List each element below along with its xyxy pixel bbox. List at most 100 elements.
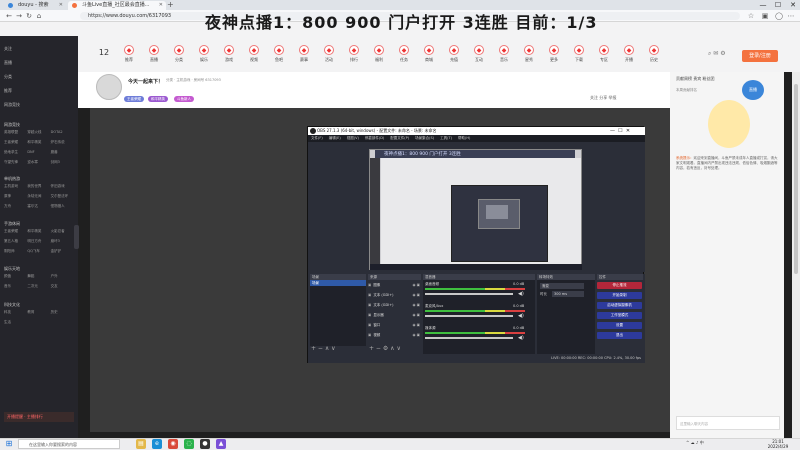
obs-menu-item[interactable]: 配置文件(P) xyxy=(390,136,409,140)
avatar[interactable] xyxy=(96,74,122,100)
sidebar-category-link[interactable]: 颜值 xyxy=(4,274,27,279)
nav-item[interactable]: ◆ 游戏 xyxy=(218,45,240,63)
back-icon[interactable]: ← xyxy=(4,10,14,22)
scene-item[interactable]: 场景 xyxy=(310,280,366,286)
sidebar-category-link[interactable]: 炉石传说 xyxy=(51,140,74,145)
edge-icon[interactable]: e xyxy=(152,439,162,449)
transition-select[interactable]: 渐变 xyxy=(540,283,584,289)
obs-control-button[interactable]: 退出 xyxy=(597,332,642,339)
nav-item[interactable]: ◆ 充值 xyxy=(443,45,465,63)
mixer-volume-slider[interactable] xyxy=(425,337,513,339)
sidebar-category-link[interactable]: 魔兽 xyxy=(51,150,74,155)
browser-tab-active[interactable]: 斗鱼Live直播_社区最会直播... ✕ xyxy=(68,1,166,10)
sidebar-item[interactable]: 推荐 xyxy=(4,88,12,94)
collections-icon[interactable]: ▣ xyxy=(760,10,770,22)
mixer-speaker-icon[interactable]: ◀) xyxy=(518,291,524,297)
obs-menu-item[interactable]: 编辑(E) xyxy=(329,136,341,140)
sidebar-category-link[interactable]: 崩坏3 xyxy=(51,239,74,244)
mixer-speaker-icon[interactable]: ◀) xyxy=(518,313,524,319)
sidebar-category-link[interactable]: 艾尔登法环 xyxy=(51,194,74,199)
sidebar-category-link[interactable]: 和平精英 xyxy=(27,229,50,234)
obs-control-button[interactable]: 设置 xyxy=(597,322,642,329)
nav-item[interactable]: ◆ 更多 xyxy=(543,45,565,63)
sidebar-category-link[interactable]: 火影忍者 xyxy=(51,229,74,234)
sidebar-category-link[interactable]: 明日方舟 xyxy=(27,239,50,244)
visibility-eye-icon[interactable]: ◉ ▣ xyxy=(413,332,420,339)
obs-menu-item[interactable]: 帮助(H) xyxy=(458,136,470,140)
chat-input[interactable]: 这里输入聊天内容 xyxy=(676,416,780,430)
sidebar-collapse-handle[interactable] xyxy=(74,225,79,249)
sidebar-category-link[interactable]: 音乐 xyxy=(4,284,27,289)
nav-item[interactable]: ◆ 专区 xyxy=(593,45,615,63)
file-explorer-icon[interactable]: ▤ xyxy=(136,439,146,449)
sidebar-category-link[interactable]: 阴阳师 xyxy=(4,249,27,254)
obs-menu-item[interactable]: 停靠部件(D) xyxy=(365,136,384,140)
sidebar-category-link[interactable]: 第五人格 xyxy=(4,239,27,244)
sidebar-category-link[interactable]: 生活 xyxy=(4,320,27,325)
streamer-actions[interactable]: 关注 分享 举报 xyxy=(590,95,617,101)
sidebar-category-link[interactable]: 我的世界 xyxy=(27,184,50,189)
sidebar-category-link[interactable]: 英雄联盟 xyxy=(4,130,27,135)
sidebar-live-bar[interactable]: 开播提醒 · 主播排行 xyxy=(4,412,74,422)
maximize-button[interactable]: ☐ xyxy=(771,0,785,10)
sidebar-item[interactable]: 直播 xyxy=(4,60,12,66)
sidebar-category-link[interactable]: 守望先锋 xyxy=(4,160,27,165)
sidebar-category-link[interactable]: 穿越火线 xyxy=(27,130,50,135)
sidebar-item[interactable]: 关注 xyxy=(4,46,12,52)
nav-item[interactable]: ◆ 音乐 xyxy=(493,45,515,63)
sidebar-item[interactable]: 网游竞技 xyxy=(4,102,20,108)
mixer-speaker-icon[interactable]: ◀) xyxy=(518,335,524,341)
chrome-icon[interactable]: ◉ xyxy=(168,439,178,449)
nav-item[interactable]: ◆ 娱乐 xyxy=(193,45,215,63)
clock[interactable]: 21:01 2022/4/29 xyxy=(760,439,796,449)
header-icons[interactable]: ⌕ ✉ ⚙ xyxy=(708,50,726,58)
sidebar-category-link[interactable]: 和平精英 xyxy=(27,140,50,145)
sidebar-category-link[interactable]: 科技 xyxy=(4,310,27,315)
sidebar-category-link[interactable]: 塞尔达 xyxy=(27,204,50,209)
duration-input[interactable]: 300 ms xyxy=(552,291,584,297)
sidebar-category-link[interactable]: 交友 xyxy=(51,284,74,289)
nav-item[interactable]: ◆ 排行 xyxy=(343,45,365,63)
obs-control-button[interactable]: 停止推流 xyxy=(597,282,642,289)
sidebar-category-link[interactable]: 教育 xyxy=(27,310,50,315)
obs-icon[interactable]: ● xyxy=(200,439,210,449)
obs-menu-item[interactable]: 场景集合(S) xyxy=(415,136,434,140)
source-row[interactable]: ▣ 视频 ◉ ▣ xyxy=(368,332,421,339)
sidebar-category-link[interactable]: DNF xyxy=(27,150,50,155)
source-row[interactable]: ▣ 文本 (GDI+) ◉ ▣ xyxy=(368,292,421,299)
start-menu-icon[interactable]: ⊞ xyxy=(4,439,14,449)
new-tab-icon[interactable]: + xyxy=(167,0,174,10)
nav-item[interactable]: ◆ 历史 xyxy=(643,45,665,63)
refresh-icon[interactable]: ↻ xyxy=(24,10,34,22)
sidebar-category-link[interactable]: 金铲铲 xyxy=(51,249,74,254)
sidebar-category-link[interactable]: 怪物猎人 xyxy=(51,204,74,209)
tab-close-icon[interactable]: ✕ xyxy=(159,1,163,10)
system-tray[interactable]: ^ ☁ ♪ 中 xyxy=(686,440,704,446)
sidebar-item[interactable]: 分类 xyxy=(4,74,12,80)
sidebar-category-link[interactable]: 舞蹈 xyxy=(27,274,50,279)
visibility-eye-icon[interactable]: ◉ ▣ xyxy=(413,322,420,329)
scene-dock-toolbar[interactable]: + − ∧ ∨ xyxy=(311,346,336,352)
sidebar-category-link[interactable]: 户外 xyxy=(51,274,74,279)
sidebar-category-link[interactable]: 主机游戏 xyxy=(4,184,27,189)
login-button[interactable]: 登录/注册 xyxy=(742,50,778,62)
sidebar-category-link[interactable]: 绝地求生 xyxy=(4,150,27,155)
rank-tabs[interactable]: 贡献周榜 贵宾 粉丝团 xyxy=(676,76,715,82)
visibility-eye-icon[interactable]: ◉ ▣ xyxy=(413,292,420,299)
nav-item[interactable]: ◆ 视频 xyxy=(243,45,265,63)
sidebar-category-link[interactable]: 方舟 xyxy=(4,204,27,209)
nav-item[interactable]: ◆ 下载 xyxy=(568,45,590,63)
more-icon[interactable]: ⋯ xyxy=(786,10,796,22)
favorites-icon[interactable]: ☆ xyxy=(746,10,756,22)
close-window-button[interactable]: ✕ xyxy=(786,0,800,10)
tag-pill[interactable]: 斗鱼新人 xyxy=(174,96,194,102)
nav-item[interactable]: ◆ 福利 xyxy=(368,45,390,63)
obs-control-button[interactable]: 工作室模式 xyxy=(597,312,642,319)
tag-pill[interactable]: 王者荣耀 xyxy=(124,96,144,102)
sidebar-category-link[interactable]: QQ飞车 xyxy=(27,249,50,254)
home-icon[interactable]: ⌂ xyxy=(34,10,44,22)
nav-item[interactable]: ◆ 鱼吧 xyxy=(268,45,290,63)
nav-item[interactable]: ◆ 推荐 xyxy=(118,45,140,63)
sidebar-category-link[interactable]: 原神 xyxy=(4,194,27,199)
wechat-icon[interactable]: ◌ xyxy=(184,439,194,449)
